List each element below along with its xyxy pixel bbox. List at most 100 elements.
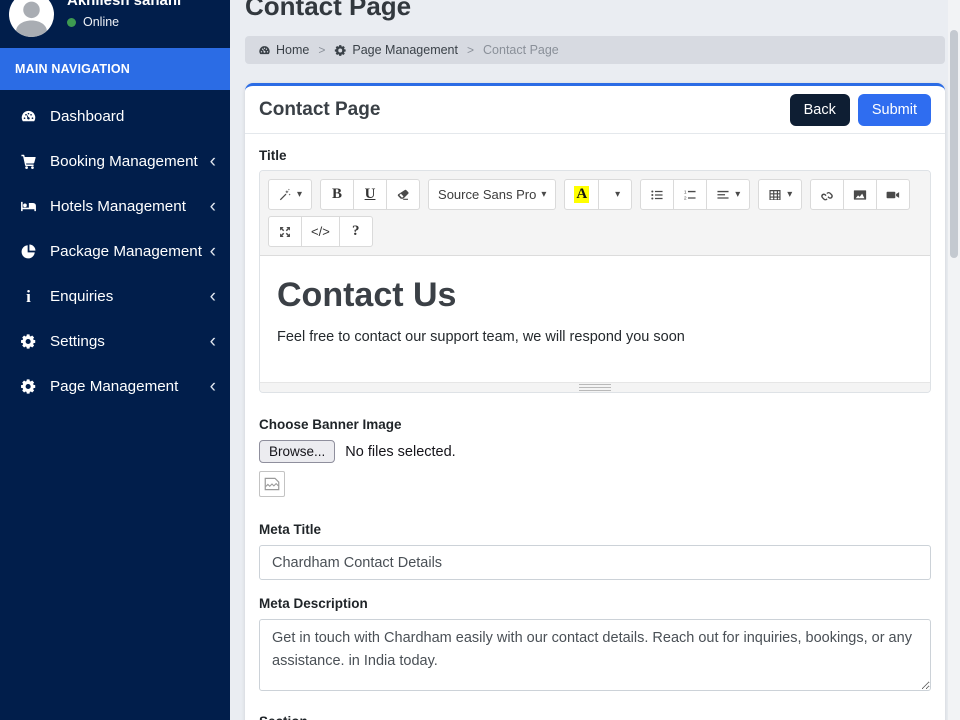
editor-toolbar: ▾ B U Source Sans Pro xyxy=(260,171,930,256)
eraser-icon xyxy=(396,188,410,202)
breadcrumb-separator: > xyxy=(318,43,325,57)
banner-image-label: Choose Banner Image xyxy=(259,417,931,432)
editor-statusbar xyxy=(260,382,930,392)
insert-video-button[interactable] xyxy=(876,179,910,210)
magic-wand-icon xyxy=(278,188,292,202)
sidebar-item-settings[interactable]: Settings ‹ xyxy=(0,319,230,364)
link-icon xyxy=(820,188,834,202)
gear-icon xyxy=(334,44,347,57)
sidebar-item-page-management[interactable]: Page Management ‹ xyxy=(0,364,230,409)
user-panel: Akhilesh sahani Online xyxy=(0,0,230,43)
caret-down-icon: ▾ xyxy=(735,189,740,200)
broken-image-icon xyxy=(263,475,281,493)
info-icon: i xyxy=(16,288,41,305)
online-dot-icon xyxy=(67,18,76,27)
browse-button[interactable]: Browse... xyxy=(259,440,335,463)
fullscreen-button[interactable] xyxy=(268,216,302,247)
editor-content-area[interactable]: Contact Us Feel free to contact our supp… xyxy=(260,256,930,382)
sidebar: Akhilesh sahani Online MAIN NAVIGATION D… xyxy=(0,0,230,720)
breadcrumb-current: Contact Page xyxy=(483,43,559,57)
shopping-cart-icon xyxy=(16,153,41,170)
card-body: Title ▾ B U xyxy=(245,134,945,720)
editor-paragraph[interactable]: Feel free to contact our support team, w… xyxy=(277,329,913,345)
caret-down-icon: ▾ xyxy=(297,189,302,200)
caret-down-icon: ▾ xyxy=(615,189,620,200)
sidebar-item-booking-management[interactable]: Booking Management ‹ xyxy=(0,139,230,184)
user-status: Online xyxy=(67,15,181,29)
chevron-left-icon: ‹ xyxy=(210,334,216,350)
video-icon xyxy=(886,188,900,202)
scrollbar-thumb[interactable] xyxy=(950,30,958,258)
meta-title-label: Meta Title xyxy=(259,522,931,537)
card-header: Contact Page Back Submit xyxy=(245,86,945,134)
sidebar-item-dashboard[interactable]: Dashboard xyxy=(0,94,230,139)
breadcrumb-separator: > xyxy=(467,43,474,57)
font-color-icon: A xyxy=(574,186,589,203)
chevron-left-icon: ‹ xyxy=(210,289,216,305)
help-button[interactable]: ? xyxy=(339,216,373,247)
expand-arrows-icon xyxy=(278,225,292,239)
main-content: Contact Page Home > Page Management > Co… xyxy=(230,0,960,720)
user-name: Akhilesh sahani xyxy=(67,0,181,9)
chevron-left-icon: ‹ xyxy=(210,244,216,260)
vertical-scrollbar[interactable] xyxy=(948,0,960,720)
breadcrumb-home[interactable]: Home xyxy=(258,43,309,57)
ordered-list-button[interactable] xyxy=(673,179,707,210)
rich-text-editor: ▾ B U Source Sans Pro xyxy=(259,170,931,393)
picture-icon xyxy=(853,188,867,202)
list-ul-icon xyxy=(650,188,664,202)
bed-icon xyxy=(16,198,41,215)
meta-description-textarea[interactable]: Get in touch with Chardham easily with o… xyxy=(259,619,931,691)
font-color-dropdown[interactable]: ▾ xyxy=(598,179,632,210)
font-color-button[interactable]: A xyxy=(564,179,599,210)
nav-section-header: MAIN NAVIGATION xyxy=(0,48,230,90)
list-ol-icon xyxy=(683,188,697,202)
tachometer-icon xyxy=(16,108,41,125)
section-label: Section xyxy=(259,714,931,720)
insert-link-button[interactable] xyxy=(810,179,844,210)
chevron-left-icon: ‹ xyxy=(210,379,216,395)
gear-icon xyxy=(16,333,41,350)
card-title: Contact Page xyxy=(259,99,380,121)
banner-file-input: Browse... No files selected. xyxy=(259,440,931,463)
chevron-left-icon: ‹ xyxy=(210,199,216,215)
bold-button[interactable]: B xyxy=(320,179,354,210)
caret-down-icon: ▾ xyxy=(787,189,792,200)
sidebar-item-enquiries[interactable]: i Enquiries ‹ xyxy=(0,274,230,319)
banner-preview-placeholder xyxy=(259,471,285,497)
resize-handle[interactable] xyxy=(579,383,611,392)
style-dropdown-button[interactable]: ▾ xyxy=(268,179,312,210)
avatar[interactable] xyxy=(9,0,54,37)
file-status-text: No files selected. xyxy=(345,444,455,460)
paragraph-align-dropdown[interactable]: ▾ xyxy=(706,179,750,210)
online-status-text: Online xyxy=(83,15,119,29)
title-label: Title xyxy=(259,148,931,163)
font-family-dropdown[interactable]: Source Sans Pro ▾ xyxy=(428,179,556,210)
unordered-list-button[interactable] xyxy=(640,179,674,210)
gear-icon xyxy=(16,378,41,395)
dashboard-icon xyxy=(258,44,271,57)
meta-title-input[interactable] xyxy=(259,545,931,580)
editor-heading[interactable]: Contact Us xyxy=(277,276,913,315)
align-left-icon xyxy=(716,188,730,202)
pie-chart-icon xyxy=(16,243,41,260)
sidebar-item-hotels-management[interactable]: Hotels Management ‹ xyxy=(0,184,230,229)
meta-description-label: Meta Description xyxy=(259,596,931,611)
contact-page-card: Contact Page Back Submit Title ▾ xyxy=(245,83,945,720)
chevron-left-icon: ‹ xyxy=(210,154,216,170)
table-icon xyxy=(768,188,782,202)
back-button[interactable]: Back xyxy=(790,94,850,126)
code-view-button[interactable]: </> xyxy=(301,216,340,247)
page-title: Contact Page xyxy=(245,0,945,20)
person-icon xyxy=(9,0,54,37)
underline-button[interactable]: U xyxy=(353,179,387,210)
submit-button[interactable]: Submit xyxy=(858,94,931,126)
table-dropdown[interactable]: ▾ xyxy=(758,179,802,210)
sidebar-nav: Dashboard Booking Management ‹ Hotels Ma… xyxy=(0,90,230,409)
insert-image-button[interactable] xyxy=(843,179,877,210)
breadcrumb-page-management[interactable]: Page Management xyxy=(334,43,458,57)
clear-formatting-button[interactable] xyxy=(386,179,420,210)
sidebar-item-package-management[interactable]: Package Management ‹ xyxy=(0,229,230,274)
caret-down-icon: ▾ xyxy=(541,189,546,200)
breadcrumb: Home > Page Management > Contact Page xyxy=(245,36,945,64)
